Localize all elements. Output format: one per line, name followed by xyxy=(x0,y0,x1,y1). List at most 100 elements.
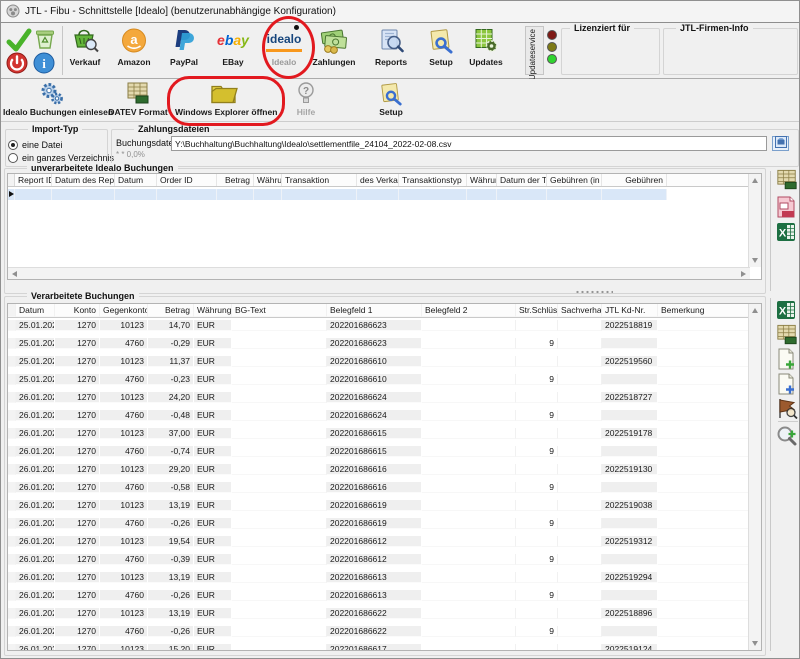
table-row[interactable]: 26.01.202212704760-0,39EUR2022016866129 xyxy=(8,554,761,565)
action-button-hilfe[interactable]: ? Hilfe xyxy=(284,81,328,119)
table-row[interactable]: 26.01.202212704760-0,26EUR2022016866139 xyxy=(8,590,761,601)
toolbar-button-label: Idealo xyxy=(263,57,305,67)
table-row[interactable]: 26.01.202212701012319,54EUR2022016866122… xyxy=(8,536,761,547)
table-cell: 26.01.2022 xyxy=(16,626,55,637)
scroll-right-icon[interactable] xyxy=(741,271,746,277)
scroll-left-icon[interactable] xyxy=(12,271,17,277)
table-cell: 4760 xyxy=(100,626,148,637)
svg-text:X: X xyxy=(779,306,787,318)
toolbar-button-updates[interactable]: Updates xyxy=(463,26,509,75)
table-cell: EUR xyxy=(194,356,232,367)
add-booking-button[interactable] xyxy=(776,348,800,372)
splitter-handle[interactable] xyxy=(575,290,613,294)
table-row[interactable]: 25.01.202212701012314,70EUR2022016866232… xyxy=(8,320,761,331)
column-header: Str.Schlüssel xyxy=(516,304,558,317)
table-cell: 1270 xyxy=(55,536,100,547)
table-row[interactable]: 26.01.202212704760-0,74EUR2022016866159 xyxy=(8,446,761,457)
toolbar-button-verkauf[interactable]: Verkauf xyxy=(62,26,108,75)
export-datev-button[interactable] xyxy=(776,324,800,348)
export-pdf-button[interactable] xyxy=(776,196,800,220)
table-row[interactable]: 26.01.202212701012329,20EUR2022016866162… xyxy=(8,464,761,475)
idealo-logo-icon: idealo xyxy=(263,27,305,57)
table-row[interactable]: 26.01.202212701012313,19EUR2022016866222… xyxy=(8,608,761,619)
table-cell: 9 xyxy=(516,410,558,421)
toolbar-button-zahlungen[interactable]: Zahlungen xyxy=(308,26,360,75)
zahlungsdateien-title: Zahlungsdateien xyxy=(134,124,214,134)
horizontal-scrollbar[interactable] xyxy=(8,267,750,279)
delete-button[interactable] xyxy=(33,27,58,52)
table-row[interactable]: 25.01.202212704760-0,29EUR2022016866239 xyxy=(8,338,761,349)
table-cell xyxy=(516,644,558,651)
table-row[interactable]: 25.01.202212704760-0,23EUR2022016866109 xyxy=(8,374,761,385)
table-cell xyxy=(602,590,658,601)
folder-icon xyxy=(175,81,273,107)
table-cell xyxy=(658,410,750,421)
table-row[interactable] xyxy=(8,189,667,200)
table-cell xyxy=(422,392,516,403)
table-row[interactable]: 26.01.202212701012337,00EUR2022016866152… xyxy=(8,428,761,439)
scroll-up-icon[interactable] xyxy=(752,308,758,313)
action-button-datev-format[interactable]: DATEV Format xyxy=(103,81,173,119)
table-cell xyxy=(422,518,516,529)
confirm-button[interactable] xyxy=(6,27,31,52)
table-body: 25.01.202212701012314,70EUR2022016866232… xyxy=(8,318,761,651)
action-button-windows-explorer[interactable]: Windows Explorer öffnen xyxy=(175,81,273,119)
toolbar-button-paypal[interactable]: PayPal xyxy=(161,26,207,75)
table-row[interactable]: 26.01.202212701012324,20EUR2022016866242… xyxy=(8,392,761,403)
browse-folder-icon xyxy=(775,135,787,153)
row-selector-cell xyxy=(8,644,16,651)
export-excel-button[interactable]: X xyxy=(776,300,800,324)
table-row[interactable]: 26.01.202212701012313,19EUR2022016866132… xyxy=(8,572,761,583)
inspect-booking-button[interactable] xyxy=(776,397,800,421)
table-cell: 202201686623 xyxy=(327,338,422,349)
scroll-down-icon[interactable] xyxy=(752,258,758,263)
buchungsdatei-input[interactable] xyxy=(171,136,767,151)
radio-button-icon[interactable] xyxy=(8,153,18,163)
action-button-einlesen[interactable]: Idealo Buchungen einlesen xyxy=(3,81,101,119)
toolbar-button-setup[interactable]: Setup xyxy=(418,26,464,75)
table-row[interactable]: 26.01.202212704760-0,58EUR2022016866169 xyxy=(8,482,761,493)
scroll-up-icon[interactable] xyxy=(752,178,758,183)
browse-button[interactable] xyxy=(772,136,789,151)
action-button-setup[interactable]: Setup xyxy=(369,81,413,119)
vertical-scrollbar[interactable] xyxy=(748,304,761,650)
table-row[interactable]: 26.01.202212704760-0,48EUR2022016866249 xyxy=(8,410,761,421)
export-datev-button[interactable] xyxy=(776,169,800,193)
row-selector-cell xyxy=(8,626,16,637)
table-cell: 1270 xyxy=(55,500,100,511)
toolbar-button-reports[interactable]: Reports xyxy=(365,26,417,75)
table-cell: 2022519560 xyxy=(602,356,658,367)
table-cell: 202201686615 xyxy=(327,446,422,457)
toolbar-button-ebay[interactable]: ebay EBay xyxy=(210,26,256,75)
vertical-scrollbar[interactable] xyxy=(748,174,761,267)
table-row[interactable]: 26.01.202212701012313,19EUR2022016866192… xyxy=(8,500,761,511)
export-excel-button[interactable]: X xyxy=(776,222,800,246)
table-row[interactable]: 26.01.202212704760-0,26EUR2022016866199 xyxy=(8,518,761,529)
table-cell xyxy=(658,464,750,475)
toolbar-button-amazon[interactable]: a Amazon xyxy=(111,26,157,75)
table-cell xyxy=(422,626,516,637)
row-selector-cell xyxy=(8,536,16,547)
table-cell xyxy=(558,590,602,601)
table-cell xyxy=(232,356,327,367)
toolbar-button-idealo[interactable]: idealo Idealo xyxy=(263,26,305,75)
table-row[interactable]: 26.01.202212704760-0,26EUR2022016866229 xyxy=(8,626,761,637)
help-bulb-icon: ? xyxy=(284,81,328,107)
about-button[interactable]: i xyxy=(33,52,58,77)
add-split-booking-button[interactable] xyxy=(776,373,800,397)
table-cell: 1270 xyxy=(55,428,100,439)
table-cell: 2022519038 xyxy=(602,500,658,511)
table-cell: 26.01.2022 xyxy=(16,608,55,619)
exit-button[interactable] xyxy=(6,52,31,77)
table-cell xyxy=(558,356,602,367)
search-booking-button[interactable] xyxy=(776,425,800,449)
table-cell: 24,20 xyxy=(148,392,194,403)
table-cell: -0,29 xyxy=(148,338,194,349)
scroll-down-icon[interactable] xyxy=(752,641,758,646)
table-cell xyxy=(254,189,282,200)
column-header: Belegfeld 1 xyxy=(327,304,422,317)
table-cell: 202201686617 xyxy=(327,644,422,651)
table-row[interactable]: 26.01.202212701012315,20EUR2022016866172… xyxy=(8,644,761,651)
table-row[interactable]: 25.01.202212701012311,37EUR2022016866102… xyxy=(8,356,761,367)
table-cell xyxy=(558,410,602,421)
